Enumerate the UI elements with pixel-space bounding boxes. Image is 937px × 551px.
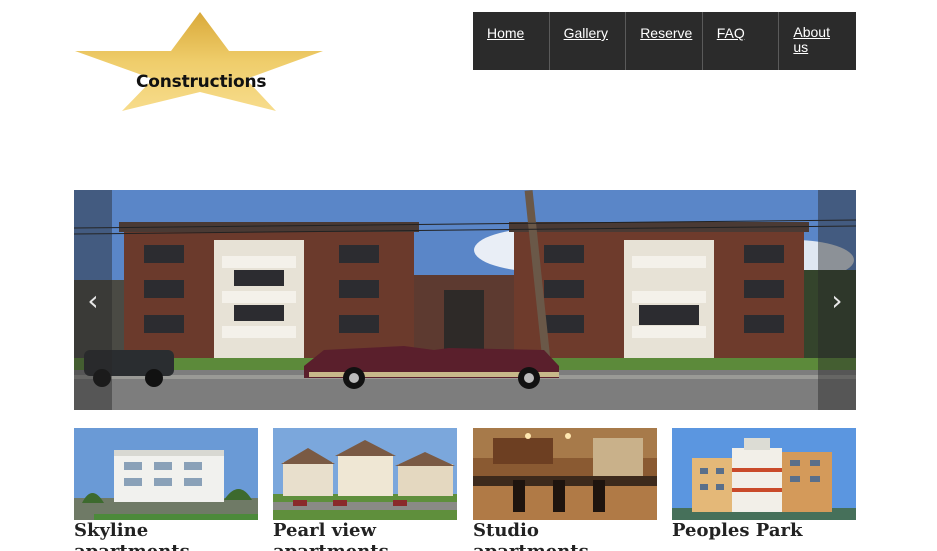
listing-card-studio[interactable]: Studio apartments: [473, 428, 657, 551]
chevron-right-icon: ›: [831, 283, 843, 317]
carousel-prev-button[interactable]: ‹: [74, 190, 112, 410]
nav-link-reserve[interactable]: Reserve: [640, 26, 692, 41]
nav-link-home[interactable]: Home: [487, 26, 524, 41]
listing-title: Peoples Park: [672, 520, 803, 541]
listing-title: Studio apartments: [473, 520, 589, 551]
main-nav: Home Gallery Reserve FAQ About us: [473, 12, 856, 70]
logo-text: Constructions: [136, 72, 267, 92]
listing-image-skyline: [74, 428, 258, 520]
star-icon: [75, 12, 323, 111]
nav-link-faq[interactable]: FAQ: [717, 26, 745, 41]
nav-item-home[interactable]: Home: [473, 12, 550, 70]
carousel-next-button[interactable]: ›: [818, 190, 856, 410]
listing-card-skyline[interactable]: Skyline apartments: [74, 428, 258, 551]
nav-link-about[interactable]: About us: [793, 25, 837, 55]
nav-item-reserve[interactable]: Reserve: [626, 12, 703, 70]
listing-image-peoples-park: [672, 428, 856, 520]
listing-card-pearl-view[interactable]: Pearl view apartments: [273, 428, 457, 551]
carousel-image-apartment-building: [74, 190, 856, 410]
nav-item-about[interactable]: About us: [779, 12, 856, 70]
listing-image-pearl-view: [273, 428, 457, 520]
chevron-left-icon: ‹: [87, 283, 99, 317]
nav-item-faq[interactable]: FAQ: [703, 12, 780, 70]
nav-item-gallery[interactable]: Gallery: [550, 12, 627, 70]
listing-image-studio: [473, 428, 657, 520]
nav-link-gallery[interactable]: Gallery: [564, 26, 608, 41]
listing-card-peoples-park[interactable]: Peoples Park: [672, 428, 856, 541]
listing-title: Pearl view apartments: [273, 520, 389, 551]
site-logo[interactable]: Constructions: [74, 11, 324, 112]
hero-carousel: ‹ ›: [74, 190, 856, 410]
listing-title: Skyline apartments: [74, 520, 190, 551]
